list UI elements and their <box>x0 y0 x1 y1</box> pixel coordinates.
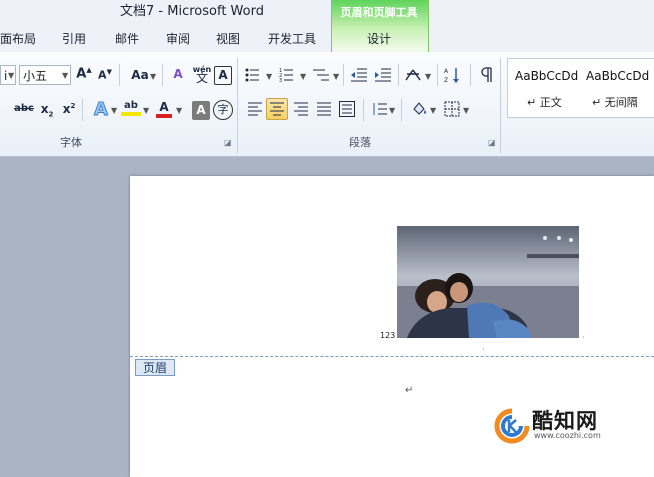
align-center-icon <box>270 102 284 116</box>
phonetic-guide-button[interactable]: wén 文 <box>191 64 213 88</box>
header-photo[interactable] <box>397 226 579 338</box>
header-format-mark: · <box>482 345 485 354</box>
strikethrough-button[interactable]: abc <box>12 102 36 120</box>
clear-formatting-button[interactable]: A <box>168 66 188 88</box>
multilevel-list-icon[interactable] <box>313 66 329 84</box>
decrease-indent-icon[interactable] <box>351 66 367 84</box>
svg-text:Z: Z <box>444 77 448 84</box>
align-left-icon[interactable] <box>247 101 263 117</box>
borders-dropdown-icon[interactable]: ▼ <box>463 106 469 115</box>
tab-view[interactable]: 视图 <box>216 30 240 47</box>
shrink-font-button[interactable]: A▼ <box>96 67 114 87</box>
tab-developer[interactable]: 开发工具 <box>268 30 316 47</box>
sort-icon[interactable]: AZ <box>444 66 462 84</box>
header-format-mark: · <box>582 333 585 342</box>
character-shading-button[interactable]: A <box>192 101 210 120</box>
character-border-button[interactable]: A <box>214 66 232 85</box>
justify-icon[interactable] <box>316 101 332 117</box>
separator <box>343 64 344 86</box>
separator <box>437 64 438 86</box>
separator <box>470 64 471 86</box>
window-title: 文档7 - Microsoft Word <box>120 4 264 19</box>
shading-bucket-icon[interactable] <box>410 100 428 118</box>
increase-indent-icon[interactable] <box>375 66 391 84</box>
header-label-tag: 页眉 <box>135 359 175 376</box>
align-right-icon[interactable] <box>293 101 309 117</box>
font-dialog-launcher-icon[interactable]: ◪ <box>224 138 232 147</box>
text-effects-dropdown-icon[interactable]: ▼ <box>111 106 117 115</box>
separator <box>119 64 120 86</box>
font-name-dropdown-icon[interactable]: ▼ <box>8 71 14 80</box>
bullets-dropdown-icon[interactable]: ▼ <box>266 72 272 81</box>
font-size-dropdown-icon[interactable]: ▼ <box>62 71 68 80</box>
paragraph-dialog-launcher-icon[interactable]: ◪ <box>488 138 496 147</box>
header-page-number: 123 <box>380 331 396 340</box>
clear-formatting-icon: A <box>173 67 183 81</box>
separator <box>398 64 399 86</box>
font-size-value: 小五 <box>23 69 48 83</box>
style-normal-sample[interactable]: AaBbCcDd <box>515 69 578 83</box>
separator <box>162 64 163 86</box>
grow-font-button[interactable]: A▲ <box>75 65 93 87</box>
multilevel-dropdown-icon[interactable]: ▼ <box>333 72 339 81</box>
align-center-button[interactable] <box>266 98 288 120</box>
paragraph-mark: ↵ <box>405 385 414 396</box>
borders-icon[interactable] <box>444 101 460 117</box>
header-boundary-line <box>130 356 654 357</box>
highlight-dropdown-icon[interactable]: ▼ <box>143 106 149 115</box>
change-case-dropdown-icon[interactable]: ▼ <box>150 72 156 81</box>
numbering-icon[interactable]: 123 <box>279 66 293 84</box>
ribbon-tab-strip <box>0 24 654 53</box>
paragraph-group-label: 段落 <box>349 136 371 149</box>
tab-references[interactable]: 引用 <box>62 30 86 47</box>
numbering-dropdown-icon[interactable]: ▼ <box>300 72 306 81</box>
context-tab-group-title: 页眉和页脚工具 <box>340 6 418 19</box>
subscript-button[interactable]: x2 <box>39 101 55 121</box>
group-separator <box>500 58 501 153</box>
tab-design[interactable]: 设计 <box>331 30 427 47</box>
highlight-button[interactable]: ab <box>120 99 142 121</box>
tab-mailings[interactable]: 邮件 <box>115 30 139 47</box>
chinese-layout-dropdown-icon[interactable]: ▼ <box>425 72 431 81</box>
shading-dropdown-icon[interactable]: ▼ <box>430 106 436 115</box>
tab-review[interactable]: 审阅 <box>166 30 190 47</box>
distributed-align-icon[interactable] <box>339 101 355 117</box>
show-paragraph-marks-icon[interactable] <box>478 66 494 84</box>
group-separator <box>237 58 238 153</box>
line-spacing-dropdown-icon[interactable]: ▼ <box>389 106 395 115</box>
coozhi-logo-icon <box>494 408 530 444</box>
style-no-spacing-name[interactable]: ↵ 无间隔 <box>592 94 638 110</box>
style-normal-name[interactable]: ↵ 正文 <box>527 94 562 110</box>
separator <box>363 99 364 121</box>
line-spacing-icon[interactable] <box>371 101 387 117</box>
bullets-icon[interactable] <box>245 66 259 84</box>
chinese-layout-icon[interactable] <box>404 66 422 84</box>
font-group-label: 字体 <box>60 136 82 149</box>
watermark-url: www.coozhi.com <box>534 431 601 440</box>
superscript-button[interactable]: x2 <box>61 101 77 121</box>
text-effects-button[interactable]: A <box>90 98 112 122</box>
font-color-dropdown-icon[interactable]: ▼ <box>176 106 182 115</box>
enclose-characters-button[interactable]: 字 <box>213 100 233 120</box>
font-color-button[interactable]: A <box>155 99 173 121</box>
svg-text:A: A <box>444 68 449 75</box>
style-no-spacing-sample[interactable]: AaBbCcDd <box>586 69 649 83</box>
tab-page-layout[interactable]: 面布局 <box>0 30 36 47</box>
svg-text:3: 3 <box>279 78 282 84</box>
separator <box>401 99 402 121</box>
separator <box>82 99 83 121</box>
